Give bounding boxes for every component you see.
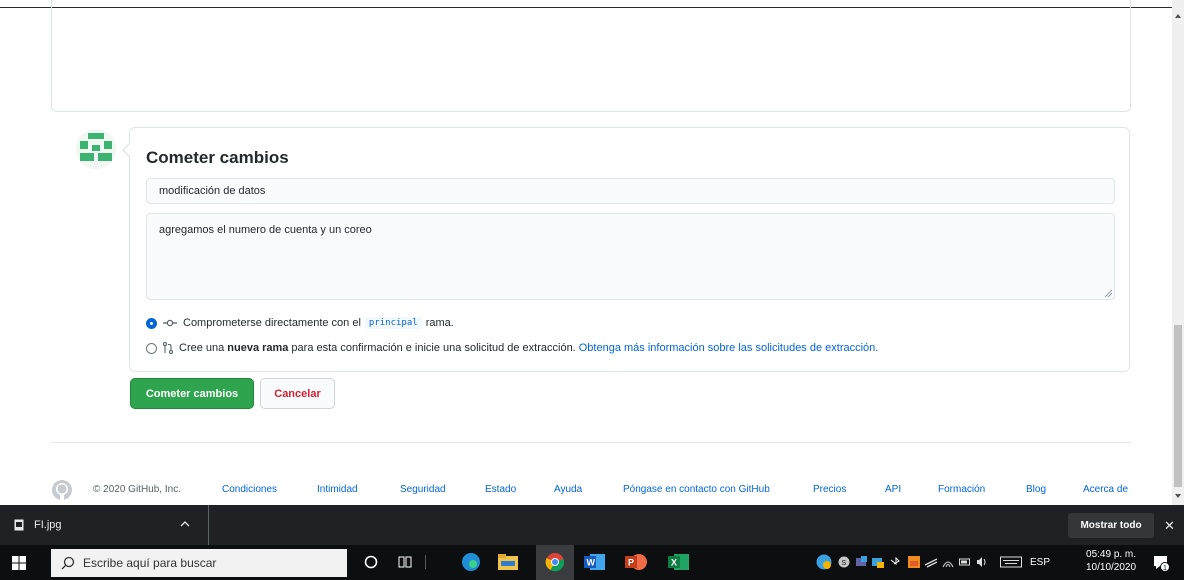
svg-text:W: W xyxy=(587,558,596,568)
start-button[interactable] xyxy=(0,545,38,580)
footer-link-contact[interactable]: Póngase en contacto con GitHub xyxy=(623,484,770,495)
wifi-icon[interactable] xyxy=(942,556,954,568)
scrollbar-thumb[interactable] xyxy=(1174,325,1182,487)
excel-icon[interactable]: X xyxy=(668,551,690,573)
footer-link-status[interactable]: Estado xyxy=(485,484,516,495)
pull-request-icon xyxy=(163,342,173,354)
commit-heading: Cometer cambios xyxy=(146,148,289,167)
scroll-up-arrow-icon[interactable] xyxy=(1175,14,1181,18)
powerpoint-icon[interactable]: P xyxy=(625,551,647,573)
volume-icon[interactable] xyxy=(976,556,988,568)
option-direct-suffix: rama. xyxy=(425,317,454,329)
battery-icon[interactable] xyxy=(959,556,971,568)
taskbar-separator xyxy=(422,551,430,573)
word-icon[interactable]: W xyxy=(584,551,606,573)
learn-more-pull-requests-link[interactable]: Obtenga más información sobre las solici… xyxy=(579,342,879,354)
scroll-down-arrow-icon[interactable] xyxy=(1175,494,1181,498)
windows-logo-icon xyxy=(12,555,26,570)
browser-viewport: Cometer cambios modificación de datos ag… xyxy=(0,0,1172,505)
option-new-middle: para esta confirmación e inicie una soli… xyxy=(291,342,576,354)
search-placeholder: Escribe aquí para buscar xyxy=(83,556,217,570)
site-footer: © 2020 GitHub, Inc. Condiciones Intimida… xyxy=(51,479,1136,501)
cortana-icon[interactable] xyxy=(360,551,382,573)
radio-new-branch[interactable] xyxy=(146,342,157,354)
bluetooth-icon[interactable] xyxy=(890,556,902,568)
windows-taskbar: Escribe aquí para buscar W P X S ESP 05:… xyxy=(0,545,1184,580)
footer-link-api[interactable]: API xyxy=(885,484,901,495)
show-all-downloads-button[interactable]: Mostrar todo xyxy=(1068,513,1154,538)
option-new-prefix: Cree una xyxy=(179,342,225,354)
edge-browser-icon[interactable] xyxy=(460,551,482,573)
download-bar: FI.jpg Mostrar todo ✕ xyxy=(0,505,1184,545)
footer-link-pricing[interactable]: Precios xyxy=(813,484,846,495)
taskbar-search-box[interactable]: Escribe aquí para buscar xyxy=(51,549,347,577)
commit-form: Cometer cambios modificación de datos ag… xyxy=(122,127,1130,372)
chevron-up-icon[interactable] xyxy=(180,520,190,528)
input-language[interactable]: ESP xyxy=(1030,557,1050,568)
footer-link-terms[interactable]: Condiciones xyxy=(222,484,277,495)
option-new-branch[interactable]: Cree una nueva rama para esta confirmaci… xyxy=(146,340,878,356)
footer-link-about[interactable]: Acerca de xyxy=(1083,484,1128,495)
footer-copyright: © 2020 GitHub, Inc. xyxy=(93,484,181,495)
avatar[interactable] xyxy=(76,129,116,169)
file-explorer-icon[interactable] xyxy=(497,551,519,573)
option-new-bold: nueva rama xyxy=(227,342,289,354)
image-file-icon xyxy=(14,519,24,531)
option-direct-prefix: Comprometerse directamente con el xyxy=(183,317,361,329)
svg-text:S: S xyxy=(842,560,847,567)
git-commit-icon xyxy=(163,319,177,327)
footer-link-privacy[interactable]: Intimidad xyxy=(317,484,358,495)
antivirus-icon[interactable] xyxy=(908,556,920,568)
option-commit-direct[interactable]: Comprometerse directamente con el princi… xyxy=(146,315,454,331)
teams-icon[interactable] xyxy=(855,556,867,568)
download-item[interactable]: FI.jpg xyxy=(0,505,209,545)
github-logo-icon[interactable] xyxy=(51,479,73,501)
search-icon xyxy=(61,556,75,570)
commit-description-textarea[interactable]: agregamos el numero de cuenta y un coreo xyxy=(146,213,1115,300)
clock-date: 10/10/2020 xyxy=(1086,562,1137,573)
download-file-name: FI.jpg xyxy=(34,519,62,531)
chrome-icon[interactable] xyxy=(544,551,566,573)
footer-link-blog[interactable]: Blog xyxy=(1026,484,1046,495)
file-editor-panel xyxy=(51,0,1131,112)
skype-icon[interactable]: S xyxy=(838,556,850,568)
vertical-scrollbar[interactable] xyxy=(1172,0,1184,505)
branch-name-badge: principal xyxy=(364,317,422,329)
commit-summary-input[interactable]: modificación de datos xyxy=(146,178,1115,204)
svg-text:P: P xyxy=(628,558,634,568)
commit-description-text: agregamos el numero de cuenta y un coreo xyxy=(159,224,372,236)
footer-link-training[interactable]: Formación xyxy=(938,484,985,495)
cancel-button[interactable]: Cancelar xyxy=(260,378,335,409)
onedrive-icon[interactable] xyxy=(925,556,937,568)
close-icon[interactable]: ✕ xyxy=(1164,518,1175,534)
footer-link-help[interactable]: Ayuda xyxy=(554,484,582,495)
clock-time: 05:49 p. m. xyxy=(1086,549,1137,560)
notification-icon[interactable]: 1 xyxy=(1152,554,1170,572)
notification-count: 1 xyxy=(1163,565,1167,572)
network-alert-icon[interactable] xyxy=(872,556,884,568)
commit-changes-button[interactable]: Cometer cambios xyxy=(130,378,254,409)
help-icon[interactable] xyxy=(816,554,832,570)
speech-caret-inner xyxy=(124,143,131,157)
task-view-icon[interactable] xyxy=(394,551,416,573)
footer-link-security[interactable]: Seguridad xyxy=(400,484,446,495)
radio-commit-direct[interactable] xyxy=(146,317,157,329)
footer-divider xyxy=(51,442,1131,443)
resize-handle-icon[interactable] xyxy=(1104,289,1112,297)
svg-text:X: X xyxy=(671,558,677,568)
keyboard-icon[interactable] xyxy=(1000,556,1022,568)
system-clock[interactable]: 05:49 p. m. 10/10/2020 xyxy=(1086,548,1136,574)
